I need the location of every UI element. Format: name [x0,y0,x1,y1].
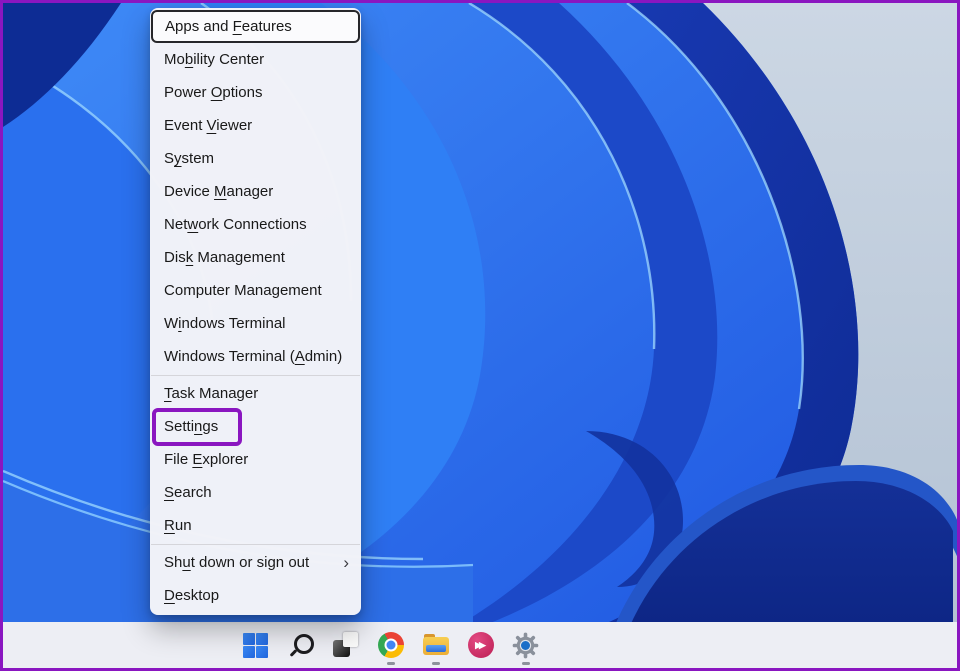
menu-item-computer-management[interactable]: Computer Management [150,274,361,307]
taskbar-icon-row: ▶▶ [233,622,548,668]
running-indicator [431,662,440,665]
search-handle [289,649,297,657]
menu-item-shut-down-or-sign-out[interactable]: Shut down or sign out › [150,546,361,579]
menu-item-label: File Explorer [164,451,249,468]
pink-app-icon: ▶▶ [467,632,494,658]
taskbar: ▶▶ [3,622,957,668]
taskbar-button-chrome[interactable] [368,622,413,668]
menu-item-label: Task Manager [164,385,259,402]
taskbar-button-file-explorer[interactable] [413,622,458,668]
running-indicator [521,662,530,665]
menu-item-label: Device Manager [164,183,274,200]
menu-item-network-connections[interactable]: Network Connections [150,208,361,241]
menu-item-task-manager[interactable]: Task Manager [150,377,361,410]
taskbar-button-windows-start[interactable] [233,622,278,668]
menu-item-windows-terminal-admin[interactable]: Windows Terminal (Admin) [150,340,361,373]
windows-logo-pane [243,632,255,645]
settings-gear-icon [512,632,539,659]
menu-item-label: System [164,150,215,167]
menu-item-disk-management[interactable]: Disk Management [150,241,361,274]
menu-item-device-manager[interactable]: Device Manager [150,175,361,208]
menu-item-label: Power Options [164,84,263,101]
menu-item-apps-and-features[interactable]: Apps and Features [151,10,360,43]
desktop-wallpaper [3,3,957,668]
menu-item-settings[interactable]: Settings [150,408,361,446]
menu-item-label: Mobility Center [164,51,265,68]
folder-front-panel [425,645,446,652]
menu-item-event-viewer[interactable]: Event Viewer [150,109,361,142]
menu-item-label: Windows Terminal (Admin) [164,348,343,365]
menu-item-label: Windows Terminal [164,315,286,332]
menu-item-label: Event Viewer [164,117,253,134]
menu-item-label: Desktop [164,587,220,604]
menu-item-power-options[interactable]: Power Options [150,76,361,109]
menu-item-label: Network Connections [164,216,307,233]
windows-start-icon [243,632,268,658]
search-icon [288,632,314,658]
windows-logo-pane [243,645,255,658]
taskbar-button-settings[interactable] [503,622,548,668]
menu-item-system[interactable]: System [150,142,361,175]
chrome-icon [377,632,404,658]
menu-item-label: Search [164,484,212,501]
file-explorer-icon [422,633,450,657]
menu-item-label: Apps and Features [165,18,292,35]
menu-item-windows-terminal[interactable]: Windows Terminal [150,307,361,340]
windows-logo-pane [256,645,268,658]
menu-item-desktop[interactable]: Desktop [150,579,361,612]
running-indicator [386,662,395,665]
submenu-chevron-icon: › [343,553,349,572]
menu-item-file-explorer[interactable]: File Explorer [150,443,361,476]
menu-item-label: Run [164,517,192,534]
menu-item-search[interactable]: Search [150,476,361,509]
windows-logo-pane [256,632,268,645]
taskbar-button-search[interactable] [278,622,323,668]
task-view-icon [332,632,359,658]
menu-item-label: Shut down or sign out [164,554,310,571]
menu-item-label: Computer Management [164,282,322,299]
screenshot-frame: Apps and Features Mobility Center Power Op… [0,0,960,671]
taskbar-button-pink-app[interactable]: ▶▶ [458,622,503,668]
menu-separator-line [151,374,360,376]
task-view-back-pane [342,632,358,647]
winx-context-menu: Apps and Features Mobility Center Power Op… [150,8,361,615]
menu-item-label: Disk Management [164,249,285,266]
chrome-center-dot [386,640,395,650]
taskbar-button-task-view[interactable] [323,622,368,668]
menu-item-label: Settings [164,418,219,435]
menu-item-mobility-center[interactable]: Mobility Center [150,43,361,76]
menu-separator-line [151,543,360,545]
menu-item-run[interactable]: Run [150,509,361,542]
